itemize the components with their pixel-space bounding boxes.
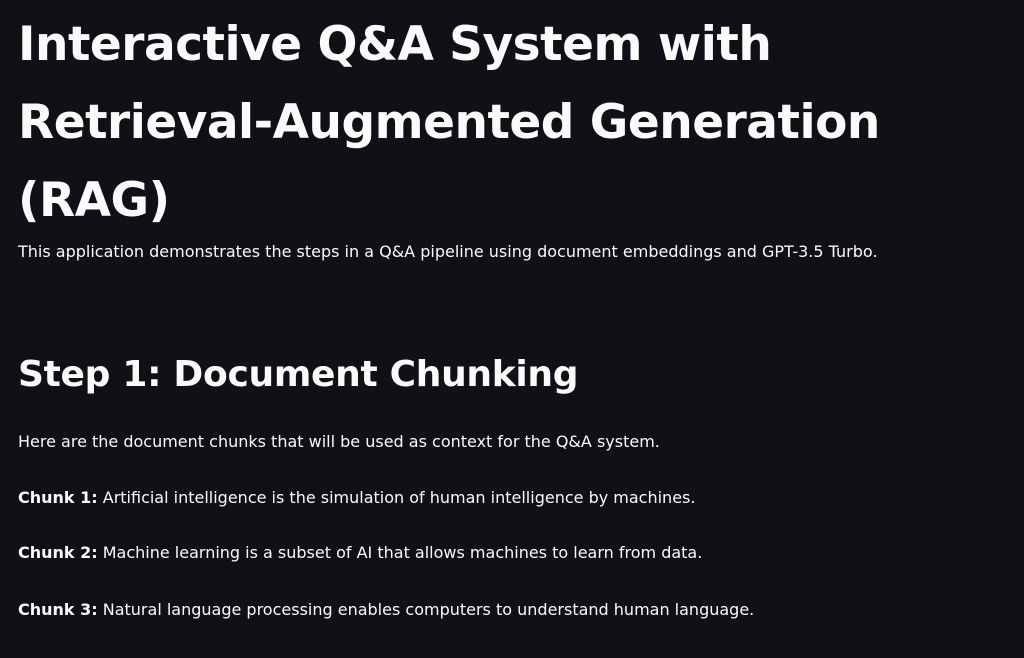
chunk-text: Artificial intelligence is the simulatio… [97, 488, 696, 507]
chunk-label: Chunk 1: [18, 488, 98, 507]
chunk-item: Chunk 2: Machine learning is a subset of… [18, 539, 998, 567]
main-content: Interactive Q&A System with Retrieval-Au… [0, 0, 1024, 658]
step1-heading: Step 1: Document Chunking [18, 354, 579, 395]
chunk-text: Natural language processing enables comp… [97, 600, 755, 619]
step1-description: Here are the document chunks that will b… [18, 432, 660, 451]
intro-text: This application demonstrates the steps … [18, 242, 878, 261]
chunk-item: Chunk 1: Artificial intelligence is the … [18, 484, 998, 512]
chunk-text: Machine learning is a subset of AI that … [97, 543, 703, 562]
page-title: Interactive Q&A System with Retrieval-Au… [18, 17, 880, 228]
chunk-label: Chunk 3: [18, 600, 98, 619]
chunk-item: Chunk 3: Natural language processing ena… [18, 596, 998, 624]
chunk-label: Chunk 2: [18, 543, 98, 562]
